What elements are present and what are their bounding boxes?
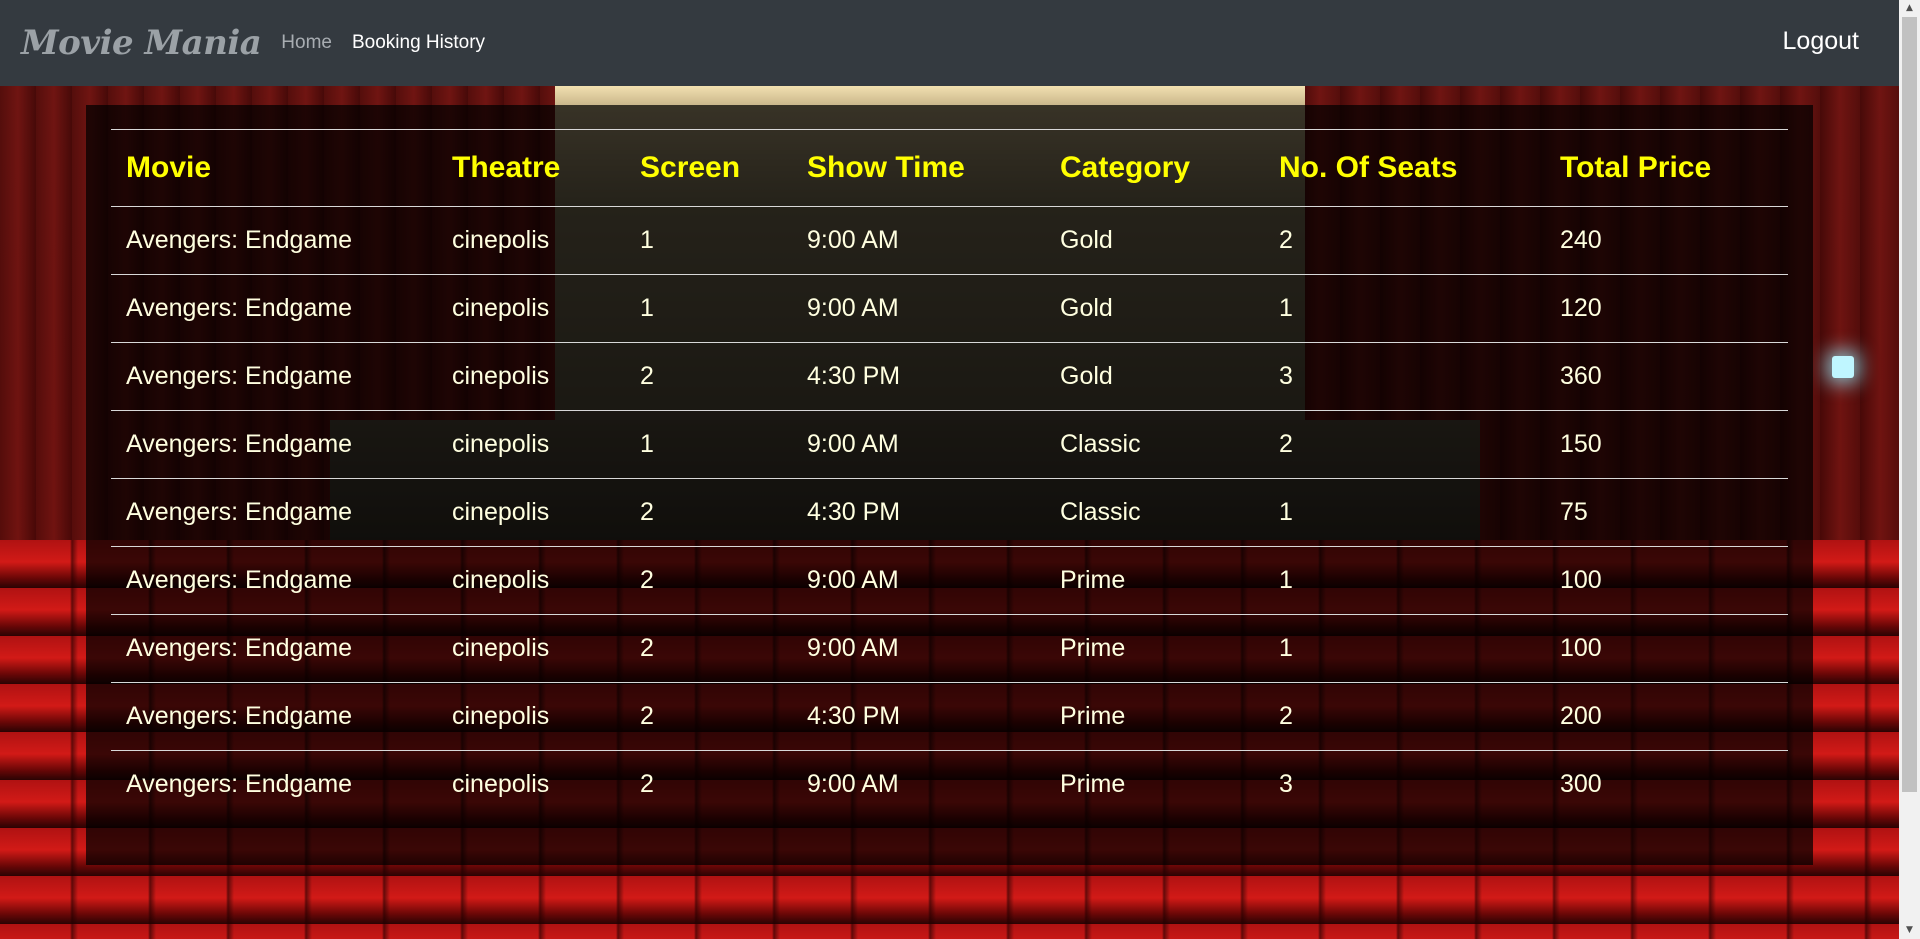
cell-seats: 2 <box>1264 206 1545 275</box>
nav-link-booking-history[interactable]: Booking History <box>352 32 485 54</box>
cell-total-price: 120 <box>1545 274 1788 343</box>
cell-seats: 3 <box>1264 342 1545 411</box>
cell-movie: Avengers: Endgame <box>111 274 437 343</box>
cell-theatre: cinepolis <box>437 274 625 343</box>
column-header-total-price: Total Price <box>1545 129 1788 207</box>
cell-theatre: cinepolis <box>452 770 550 798</box>
cell-screen: 1 <box>625 274 792 343</box>
brand-logo[interactable]: Movie Mania <box>21 23 262 63</box>
column-header-screen: Screen <box>625 129 792 207</box>
cell-category: Gold <box>1045 342 1264 411</box>
cell-movie: Avengers: Endgame <box>111 682 437 751</box>
scroll-up-arrow-icon[interactable]: ▲ <box>1899 0 1920 17</box>
cell-movie: Avengers: Endgame <box>126 770 353 798</box>
cell-movie: Avengers: Endgame <box>111 410 437 479</box>
cell-show-time: 4:30 PM <box>792 682 1045 751</box>
exit-lamp <box>1832 356 1854 378</box>
cell-total-price: 200 <box>1545 682 1788 751</box>
table-row: Avengers: Endgame cinepolis 1 9:00 AM Go… <box>111 206 1788 275</box>
cell-show-time: 4:30 PM <box>792 478 1045 547</box>
cell-movie: Avengers: Endgame <box>111 206 437 275</box>
cell-category: Prime <box>1045 614 1264 683</box>
cell-show-time: 9:00 AM <box>807 770 899 798</box>
cell-screen: 2 <box>625 682 792 751</box>
cell-theatre: cinepolis <box>437 410 625 479</box>
cell-theatre: cinepolis <box>437 478 625 547</box>
cell-show-time: 9:00 AM <box>792 274 1045 343</box>
vertical-scrollbar[interactable]: ▲ ▼ <box>1899 0 1920 939</box>
column-header-theatre: Theatre <box>437 129 625 207</box>
table-row: Avengers: Endgame cinepolis 1 9:00 AM Cl… <box>111 410 1788 479</box>
table-row: Avengers: Endgame cinepolis 2 4:30 PM Pr… <box>111 682 1788 751</box>
table-row: Avengers: Endgame cinepolis 2 4:30 PM Cl… <box>111 478 1788 547</box>
scrollbar-thumb[interactable] <box>1902 17 1917 792</box>
table-row: Avengers: Endgame cinepolis 2 4:30 PM Go… <box>111 342 1788 411</box>
cell-total-price: 300 <box>1560 770 1602 798</box>
cell-seats: 2 <box>1264 682 1545 751</box>
logout-link[interactable]: Logout <box>1783 27 1859 56</box>
cell-movie: Avengers: Endgame <box>111 614 437 683</box>
column-header-category: Category <box>1045 129 1264 207</box>
cell-seats: 1 <box>1264 546 1545 615</box>
cell-category: Classic <box>1045 478 1264 547</box>
cell-seats: 1 <box>1264 614 1545 683</box>
cell-seats: 1 <box>1264 478 1545 547</box>
scroll-down-arrow-icon[interactable]: ▼ <box>1899 922 1920 939</box>
cell-show-time: 9:00 AM <box>792 206 1045 275</box>
cell-total-price: 240 <box>1545 206 1788 275</box>
table-row: Avengers: Endgame cinepolis 2 9:00 AM Pr… <box>111 751 1788 819</box>
table-row: Avengers: Endgame cinepolis 2 9:00 AM Pr… <box>111 614 1788 683</box>
nav-link-home[interactable]: Home <box>281 32 332 54</box>
cell-category: Prime <box>1060 770 1126 798</box>
table-row: Avengers: Endgame cinepolis 1 9:00 AM Go… <box>111 274 1788 343</box>
cell-screen: 1 <box>625 410 792 479</box>
cell-show-time: 4:30 PM <box>792 342 1045 411</box>
cell-total-price: 75 <box>1545 478 1788 547</box>
cell-show-time: 9:00 AM <box>792 410 1045 479</box>
cell-total-price: 150 <box>1545 410 1788 479</box>
cell-theatre: cinepolis <box>437 342 625 411</box>
cell-movie: Avengers: Endgame <box>111 546 437 615</box>
cell-category: Prime <box>1045 682 1264 751</box>
cell-theatre: cinepolis <box>437 206 625 275</box>
cell-screen: 2 <box>625 342 792 411</box>
cell-show-time: 9:00 AM <box>792 614 1045 683</box>
cell-movie: Avengers: Endgame <box>111 478 437 547</box>
cell-category: Classic <box>1045 410 1264 479</box>
cell-category: Gold <box>1045 274 1264 343</box>
cell-total-price: 100 <box>1545 546 1788 615</box>
cell-seats: 1 <box>1264 274 1545 343</box>
cell-total-price: 100 <box>1545 614 1788 683</box>
cell-screen: 2 <box>625 478 792 547</box>
cell-screen: 2 <box>625 614 792 683</box>
booking-history-table: Movie Theatre Screen Show Time Category … <box>111 129 1788 818</box>
booking-history-panel: Movie Theatre Screen Show Time Category … <box>86 105 1813 865</box>
cell-theatre: cinepolis <box>437 614 625 683</box>
table-row: Avengers: Endgame cinepolis 2 9:00 AM Pr… <box>111 546 1788 615</box>
cell-screen: 2 <box>640 770 654 798</box>
table-header-row: Movie Theatre Screen Show Time Category … <box>111 129 1788 207</box>
cell-screen: 2 <box>625 546 792 615</box>
cell-theatre: cinepolis <box>437 682 625 751</box>
navbar: Movie Mania Home Booking History Logout <box>0 0 1899 86</box>
cell-seats: 3 <box>1279 770 1293 798</box>
column-header-movie: Movie <box>111 129 437 207</box>
cell-seats: 2 <box>1264 410 1545 479</box>
cell-theatre: cinepolis <box>437 546 625 615</box>
column-header-seats: No. Of Seats <box>1264 129 1545 207</box>
cell-total-price: 360 <box>1545 342 1788 411</box>
cell-category: Gold <box>1045 206 1264 275</box>
cell-movie: Avengers: Endgame <box>111 342 437 411</box>
column-header-show-time: Show Time <box>792 129 1045 207</box>
cell-category: Prime <box>1045 546 1264 615</box>
cell-screen: 1 <box>625 206 792 275</box>
cell-show-time: 9:00 AM <box>792 546 1045 615</box>
